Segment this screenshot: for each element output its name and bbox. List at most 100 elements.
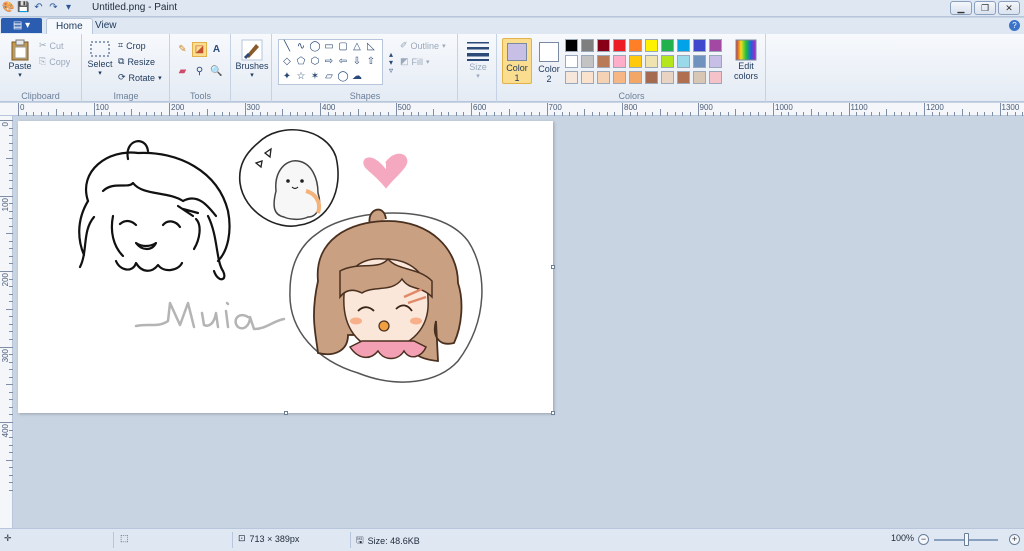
palette-swatch[interactable] (645, 55, 658, 68)
restore-button[interactable]: ❐ (974, 1, 996, 15)
ruler-minor-tick (1022, 112, 1024, 116)
line-shape-icon[interactable]: ╲ (281, 41, 293, 53)
palette-swatch[interactable] (629, 39, 642, 52)
paste-button[interactable]: Paste ▾ (6, 39, 34, 79)
palette-swatch[interactable] (693, 71, 706, 84)
copy-button[interactable]: ⎘ Copy (39, 56, 70, 67)
palette-swatch[interactable] (629, 55, 642, 68)
help-icon[interactable]: ? (1009, 20, 1020, 31)
save-icon[interactable]: 💾 (17, 1, 30, 14)
size-button[interactable]: Size ▾ (464, 40, 492, 80)
drawing-canvas[interactable] (18, 121, 555, 415)
ruler-minor-tick (735, 109, 737, 116)
zoom-in-button[interactable]: + (1009, 534, 1020, 545)
size-dropdown-icon: ▾ (476, 73, 480, 80)
palette-swatch[interactable] (677, 39, 690, 52)
up-arrow-shape-icon[interactable]: ⇧ (365, 56, 377, 68)
pencil-icon[interactable]: ✎ (175, 42, 190, 57)
fill-bucket-icon[interactable]: ◪ (192, 42, 207, 57)
color2-button[interactable]: Color 2 (534, 38, 564, 84)
magnifier-icon[interactable]: 🔍 (209, 64, 224, 79)
palette-swatch[interactable] (661, 55, 674, 68)
edit-colors-button[interactable]: Edit colors (730, 39, 762, 81)
pentagon-shape-icon[interactable]: ⬠ (295, 56, 307, 68)
undo-icon[interactable]: ↶ (32, 1, 45, 14)
right-arrow-shape-icon[interactable]: ⇨ (323, 56, 335, 68)
palette-swatch[interactable] (661, 71, 674, 84)
rounded-rectangle-shape-icon[interactable]: ▢ (337, 41, 349, 53)
diamond-shape-icon[interactable]: ◇ (281, 56, 293, 68)
palette-swatch[interactable] (613, 39, 626, 52)
palette-swatch[interactable] (709, 39, 722, 52)
brushes-dropdown-icon[interactable]: ▾ (250, 71, 254, 79)
palette-swatch[interactable] (581, 55, 594, 68)
oval-shape-icon[interactable]: ◯ (309, 41, 321, 53)
palette-swatch[interactable] (581, 39, 594, 52)
palette-swatch[interactable] (709, 55, 722, 68)
customize-qat-icon[interactable]: ▾ (62, 1, 75, 14)
four-point-star-shape-icon[interactable]: ✦ (281, 71, 293, 83)
color1-button[interactable]: Color 1 (502, 38, 532, 84)
paste-dropdown-icon[interactable]: ▾ (18, 71, 22, 79)
five-point-star-shape-icon[interactable]: ☆ (295, 71, 307, 83)
palette-swatch[interactable] (597, 71, 610, 84)
resize-handle-bottom[interactable] (284, 411, 288, 415)
palette-swatch[interactable] (645, 39, 658, 52)
hexagon-shape-icon[interactable]: ⬡ (309, 56, 321, 68)
redo-icon[interactable]: ↷ (47, 1, 60, 14)
palette-swatch[interactable] (629, 71, 642, 84)
palette-swatch[interactable] (677, 71, 690, 84)
palette-swatch[interactable] (677, 55, 690, 68)
palette-swatch[interactable] (613, 71, 626, 84)
left-arrow-shape-icon[interactable]: ⇦ (337, 56, 349, 68)
palette-swatch[interactable] (565, 39, 578, 52)
fill-button[interactable]: ◩ Fill ▾ (400, 56, 430, 67)
ruler-minor-tick (9, 354, 13, 356)
triangle-shape-icon[interactable]: △ (351, 41, 363, 53)
down-arrow-shape-icon[interactable]: ⇩ (351, 56, 363, 68)
ruler-minor-tick (9, 429, 13, 431)
palette-swatch[interactable] (709, 71, 722, 84)
palette-swatch[interactable] (645, 71, 658, 84)
color-picker-icon[interactable]: ⚲ (192, 64, 207, 79)
brushes-button[interactable]: Brushes ▾ (235, 39, 269, 79)
crop-button[interactable]: ⌗ Crop (118, 40, 146, 51)
file-menu-button[interactable]: ▤ ▾ (1, 18, 42, 33)
resize-button[interactable]: ⧉ Resize (118, 56, 155, 67)
ruler-minor-tick (9, 142, 13, 144)
ruler-minor-tick (463, 112, 465, 116)
resize-handle-corner[interactable] (551, 411, 555, 415)
palette-swatch[interactable] (693, 55, 706, 68)
shapes-scroll-arrows-icon[interactable]: ▴ ▾ ▿ (385, 41, 397, 85)
palette-swatch[interactable] (565, 55, 578, 68)
select-dropdown-icon[interactable]: ▾ (98, 69, 102, 77)
six-point-star-shape-icon[interactable]: ✶ (309, 71, 321, 83)
paint-app-icon[interactable]: 🎨 (2, 1, 15, 14)
oval-callout-shape-icon[interactable]: ◯ (337, 71, 349, 83)
cloud-callout-shape-icon[interactable]: ☁ (351, 71, 363, 83)
cut-button[interactable]: ✂ Cut (39, 40, 64, 51)
tab-view[interactable]: View (86, 18, 126, 34)
select-button[interactable]: Select ▾ (86, 39, 114, 77)
minimize-button[interactable]: ▁ (950, 1, 972, 15)
curve-shape-icon[interactable]: ∿ (295, 41, 307, 53)
rotate-button[interactable]: ⟳ Rotate ▾ (118, 72, 162, 83)
zoom-out-button[interactable]: − (918, 534, 929, 545)
clipboard-group-label: Clipboard (21, 91, 60, 101)
resize-handle-right[interactable] (551, 265, 555, 269)
zoom-slider-thumb[interactable] (964, 533, 969, 546)
palette-swatch[interactable] (565, 71, 578, 84)
palette-swatch[interactable] (597, 55, 610, 68)
outline-button[interactable]: ✐ Outline ▾ (400, 40, 446, 51)
palette-swatch[interactable] (661, 39, 674, 52)
palette-swatch[interactable] (597, 39, 610, 52)
palette-swatch[interactable] (613, 55, 626, 68)
rounded-callout-shape-icon[interactable]: ▱ (323, 71, 335, 83)
palette-swatch[interactable] (581, 71, 594, 84)
text-icon[interactable]: A (209, 42, 224, 57)
palette-swatch[interactable] (693, 39, 706, 52)
close-button[interactable]: ✕ (998, 1, 1020, 15)
right-triangle-shape-icon[interactable]: ◺ (365, 41, 377, 53)
eraser-icon[interactable]: ▰ (175, 64, 190, 79)
rectangle-shape-icon[interactable]: ▭ (323, 41, 335, 53)
